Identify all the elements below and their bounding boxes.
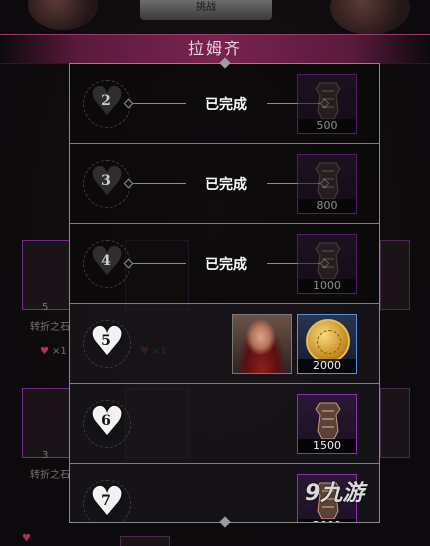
heart-level-number: 6	[101, 413, 111, 429]
bg-item-label: 转折之石	[30, 470, 70, 481]
reward-row-level-4: ♥ 4 已完成 1000	[70, 224, 379, 304]
bg-heart-icon: ♥	[22, 533, 31, 544]
bg-item-count: 5	[42, 302, 49, 313]
heart-level-number: 3	[101, 173, 111, 189]
character-portrait-icon	[233, 315, 291, 373]
character-title-banner: 拉姆齐	[0, 34, 430, 64]
reward-row-level-3: ♥ 3 已完成 800	[70, 144, 379, 224]
affinity-rewards-panel[interactable]: ♥ 2 已完成 500 ♥ 3 已完成 800 ♥ 4 已完成 1000 ♥ 5…	[69, 63, 380, 523]
top-action-button-label: 挑战	[196, 2, 216, 13]
heart-level-number: 7	[101, 493, 111, 509]
right-character-portrait	[330, 0, 410, 35]
bg-item-card	[120, 536, 170, 546]
heart-level-badge: ♥ 2	[83, 79, 131, 128]
reward-count: 2000	[298, 359, 356, 373]
heart-level-badge: ♥ 7	[83, 479, 131, 522]
top-action-button[interactable]: 挑战	[140, 0, 272, 20]
reward-row-level-5: ♥ 5 2000	[70, 304, 379, 384]
left-character-portrait	[28, 0, 98, 30]
bg-item-card	[22, 240, 70, 310]
heart-level-badge: ♥ 3	[83, 159, 131, 208]
heart-level-badge: ♥ 5	[83, 319, 131, 368]
connector-line	[128, 103, 186, 104]
reward-count: 1000	[298, 279, 356, 293]
reward-count: 2000	[298, 519, 356, 522]
scroll-item-icon	[315, 82, 341, 120]
heart-level-badge: ♥ 6	[83, 399, 131, 448]
reward-item-slot[interactable]: 2000	[297, 314, 357, 374]
heart-level-number: 4	[101, 253, 111, 269]
reward-item-slot[interactable]: 500	[297, 74, 357, 134]
bg-item-label: 转折之石	[30, 322, 70, 333]
reward-count: 800	[298, 199, 356, 213]
reward-row-level-2: ♥ 2 已完成 500	[70, 64, 379, 144]
scroll-item-icon	[315, 162, 341, 200]
heart-level-number: 5	[101, 333, 111, 349]
heart-level-badge: ♥ 4	[83, 239, 131, 288]
scroll-item-icon	[315, 242, 341, 280]
reward-item-slot[interactable]: 1000	[297, 234, 357, 294]
reward-item-slot[interactable]: 1500	[297, 394, 357, 454]
scroll-item-icon	[315, 402, 341, 440]
connector-line	[128, 263, 186, 264]
completed-status: 已完成	[205, 257, 247, 273]
bg-heart-icon: ♥	[40, 346, 49, 357]
site-watermark-logo: 9九游	[305, 481, 365, 506]
bg-item-count: 3	[42, 450, 49, 461]
connector-line	[128, 183, 186, 184]
reward-item-slot[interactable]: 800	[297, 154, 357, 214]
bg-item-card	[22, 388, 70, 458]
gold-coin-icon	[306, 319, 350, 363]
bg-item-card	[380, 240, 410, 310]
bg-item-card	[380, 388, 410, 458]
reward-count: 1500	[298, 439, 356, 453]
reward-count: 500	[298, 119, 356, 133]
completed-status: 已完成	[205, 177, 247, 193]
heart-level-number: 2	[101, 93, 111, 109]
completed-status: 已完成	[205, 97, 247, 113]
character-portrait-reward-slot[interactable]	[232, 314, 292, 374]
reward-row-level-6: ♥ 6 1500	[70, 384, 379, 464]
bg-heart-value: ×1	[52, 346, 67, 357]
banner-title: 拉姆齐	[187, 39, 242, 58]
